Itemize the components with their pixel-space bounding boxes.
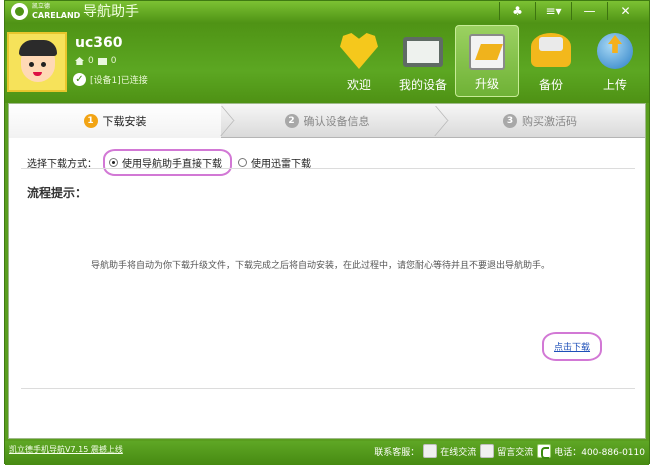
nav-label: 上传 <box>602 78 627 92</box>
mail-icon[interactable] <box>97 57 107 65</box>
step-label: 下载安装 <box>102 115 147 128</box>
online-service-link[interactable]: 在线交流 <box>423 444 476 458</box>
promo-marquee[interactable]: 凯立德手机导航V7.15 震撼上线 <box>9 444 205 455</box>
upload-icon <box>597 33 633 69</box>
phone-icon <box>537 444 552 459</box>
header: uc360 0 0 ✓ [设备1]已连接 欢迎 我的设备 升级 备份 上传 <box>5 23 649 103</box>
divider <box>21 168 635 169</box>
careland-logo: 凯立德 CARELAND <box>11 3 81 21</box>
nav-backup[interactable]: 备份 <box>519 25 583 97</box>
avatar[interactable] <box>7 32 67 92</box>
avatar-hair <box>19 40 57 56</box>
content-panel: 1 下载安装 2 确认设备信息 3 购买激活码 选择下载方式： 使用导航助手直接… <box>8 103 646 439</box>
hotline: 电话：400-886-0110 <box>537 444 645 459</box>
message-icon <box>480 444 495 458</box>
message-service-link[interactable]: 留言交流 <box>480 444 533 458</box>
skin-button[interactable]: ♣ <box>499 2 535 20</box>
menu-button[interactable]: ≡▾ <box>535 2 571 20</box>
contact-label: 联系客服： <box>374 447 420 458</box>
logo-text-en: CARELAND <box>32 11 81 20</box>
app-window: 凯立德 CARELAND 导航助手 ♣ ≡▾ — ✕ uc360 0 0 ✓ [… <box>4 0 650 465</box>
main-nav: 欢迎 我的设备 升级 备份 上传 <box>327 25 647 97</box>
radio-thunder[interactable] <box>238 158 247 167</box>
step-label: 确认设备信息 <box>303 115 370 128</box>
online-service-label: 在线交流 <box>440 447 477 458</box>
step-download-install[interactable]: 1 下载安装 <box>9 104 221 138</box>
nav-label: 我的设备 <box>398 78 447 92</box>
heart-icon <box>340 33 378 69</box>
message-service-label: 留言交流 <box>497 447 534 458</box>
status-footer: 凯立德手机导航V7.15 震撼上线 联系客服： 在线交流 留言交流 电话：400… <box>5 441 649 465</box>
logo-mark-icon <box>11 3 28 20</box>
avatar-eye-left <box>29 62 34 67</box>
title-bar: 凯立德 CARELAND 导航助手 ♣ ≡▾ — ✕ <box>5 1 649 23</box>
nav-label: 欢迎 <box>346 78 371 92</box>
app-title: 导航助手 <box>83 4 139 20</box>
avatar-eye-right <box>41 62 46 67</box>
mail-count: 0 <box>110 56 117 66</box>
download-link[interactable]: 点击下载 <box>542 332 603 361</box>
flow-title: 流程提示： <box>27 186 88 200</box>
home-count: 0 <box>88 56 94 66</box>
step-number: 2 <box>284 114 299 128</box>
close-button[interactable]: ✕ <box>607 2 643 20</box>
nav-upgrade[interactable]: 升级 <box>455 25 519 97</box>
check-icon: ✓ <box>73 73 86 86</box>
divider <box>21 388 635 389</box>
nav-label: 备份 <box>538 78 563 92</box>
download-method-row: 选择下载方式： 使用导航助手直接下载 使用迅雷下载 <box>27 149 311 176</box>
flow-description: 导航助手将自动为你下载升级文件，下载完成之后将自动安装，在此过程中，请您耐心等待… <box>91 261 551 271</box>
radio-direct[interactable] <box>109 158 118 167</box>
nav-welcome[interactable]: 欢迎 <box>327 25 391 97</box>
device-status: ✓ [设备1]已连接 <box>73 73 148 86</box>
device-status-text: [设备1]已连接 <box>90 76 148 86</box>
nav-my-device[interactable]: 我的设备 <box>391 25 455 97</box>
hotline-text: 电话：400-886-0110 <box>554 447 645 458</box>
step-number: 3 <box>503 114 517 128</box>
upgrade-icon <box>469 34 505 70</box>
option-direct-download[interactable]: 使用导航助手直接下载 <box>103 149 232 176</box>
step-buy-activation[interactable]: 3 购买激活码 <box>433 104 647 138</box>
username: uc360 <box>75 35 123 51</box>
device-icon <box>403 37 443 67</box>
home-icon <box>75 57 84 65</box>
nav-label: 升级 <box>474 77 499 91</box>
step-confirm-device[interactable]: 2 确认设备信息 <box>221 104 433 138</box>
window-controls: ♣ ≡▾ — ✕ <box>499 2 643 20</box>
backup-icon <box>531 33 571 67</box>
minimize-button[interactable]: — <box>571 2 607 20</box>
chat-icon <box>423 444 438 458</box>
user-stats: 0 0 <box>75 56 116 66</box>
contact-service: 联系客服： 在线交流 留言交流 电话：400-886-0110 <box>374 444 645 459</box>
logo-text-cn: 凯立德 <box>32 3 51 10</box>
step-bar: 1 下载安装 2 确认设备信息 3 购买激活码 <box>9 104 645 138</box>
nav-upload[interactable]: 上传 <box>583 25 647 97</box>
step-label: 购买激活码 <box>522 115 577 128</box>
step-number: 1 <box>83 114 98 128</box>
